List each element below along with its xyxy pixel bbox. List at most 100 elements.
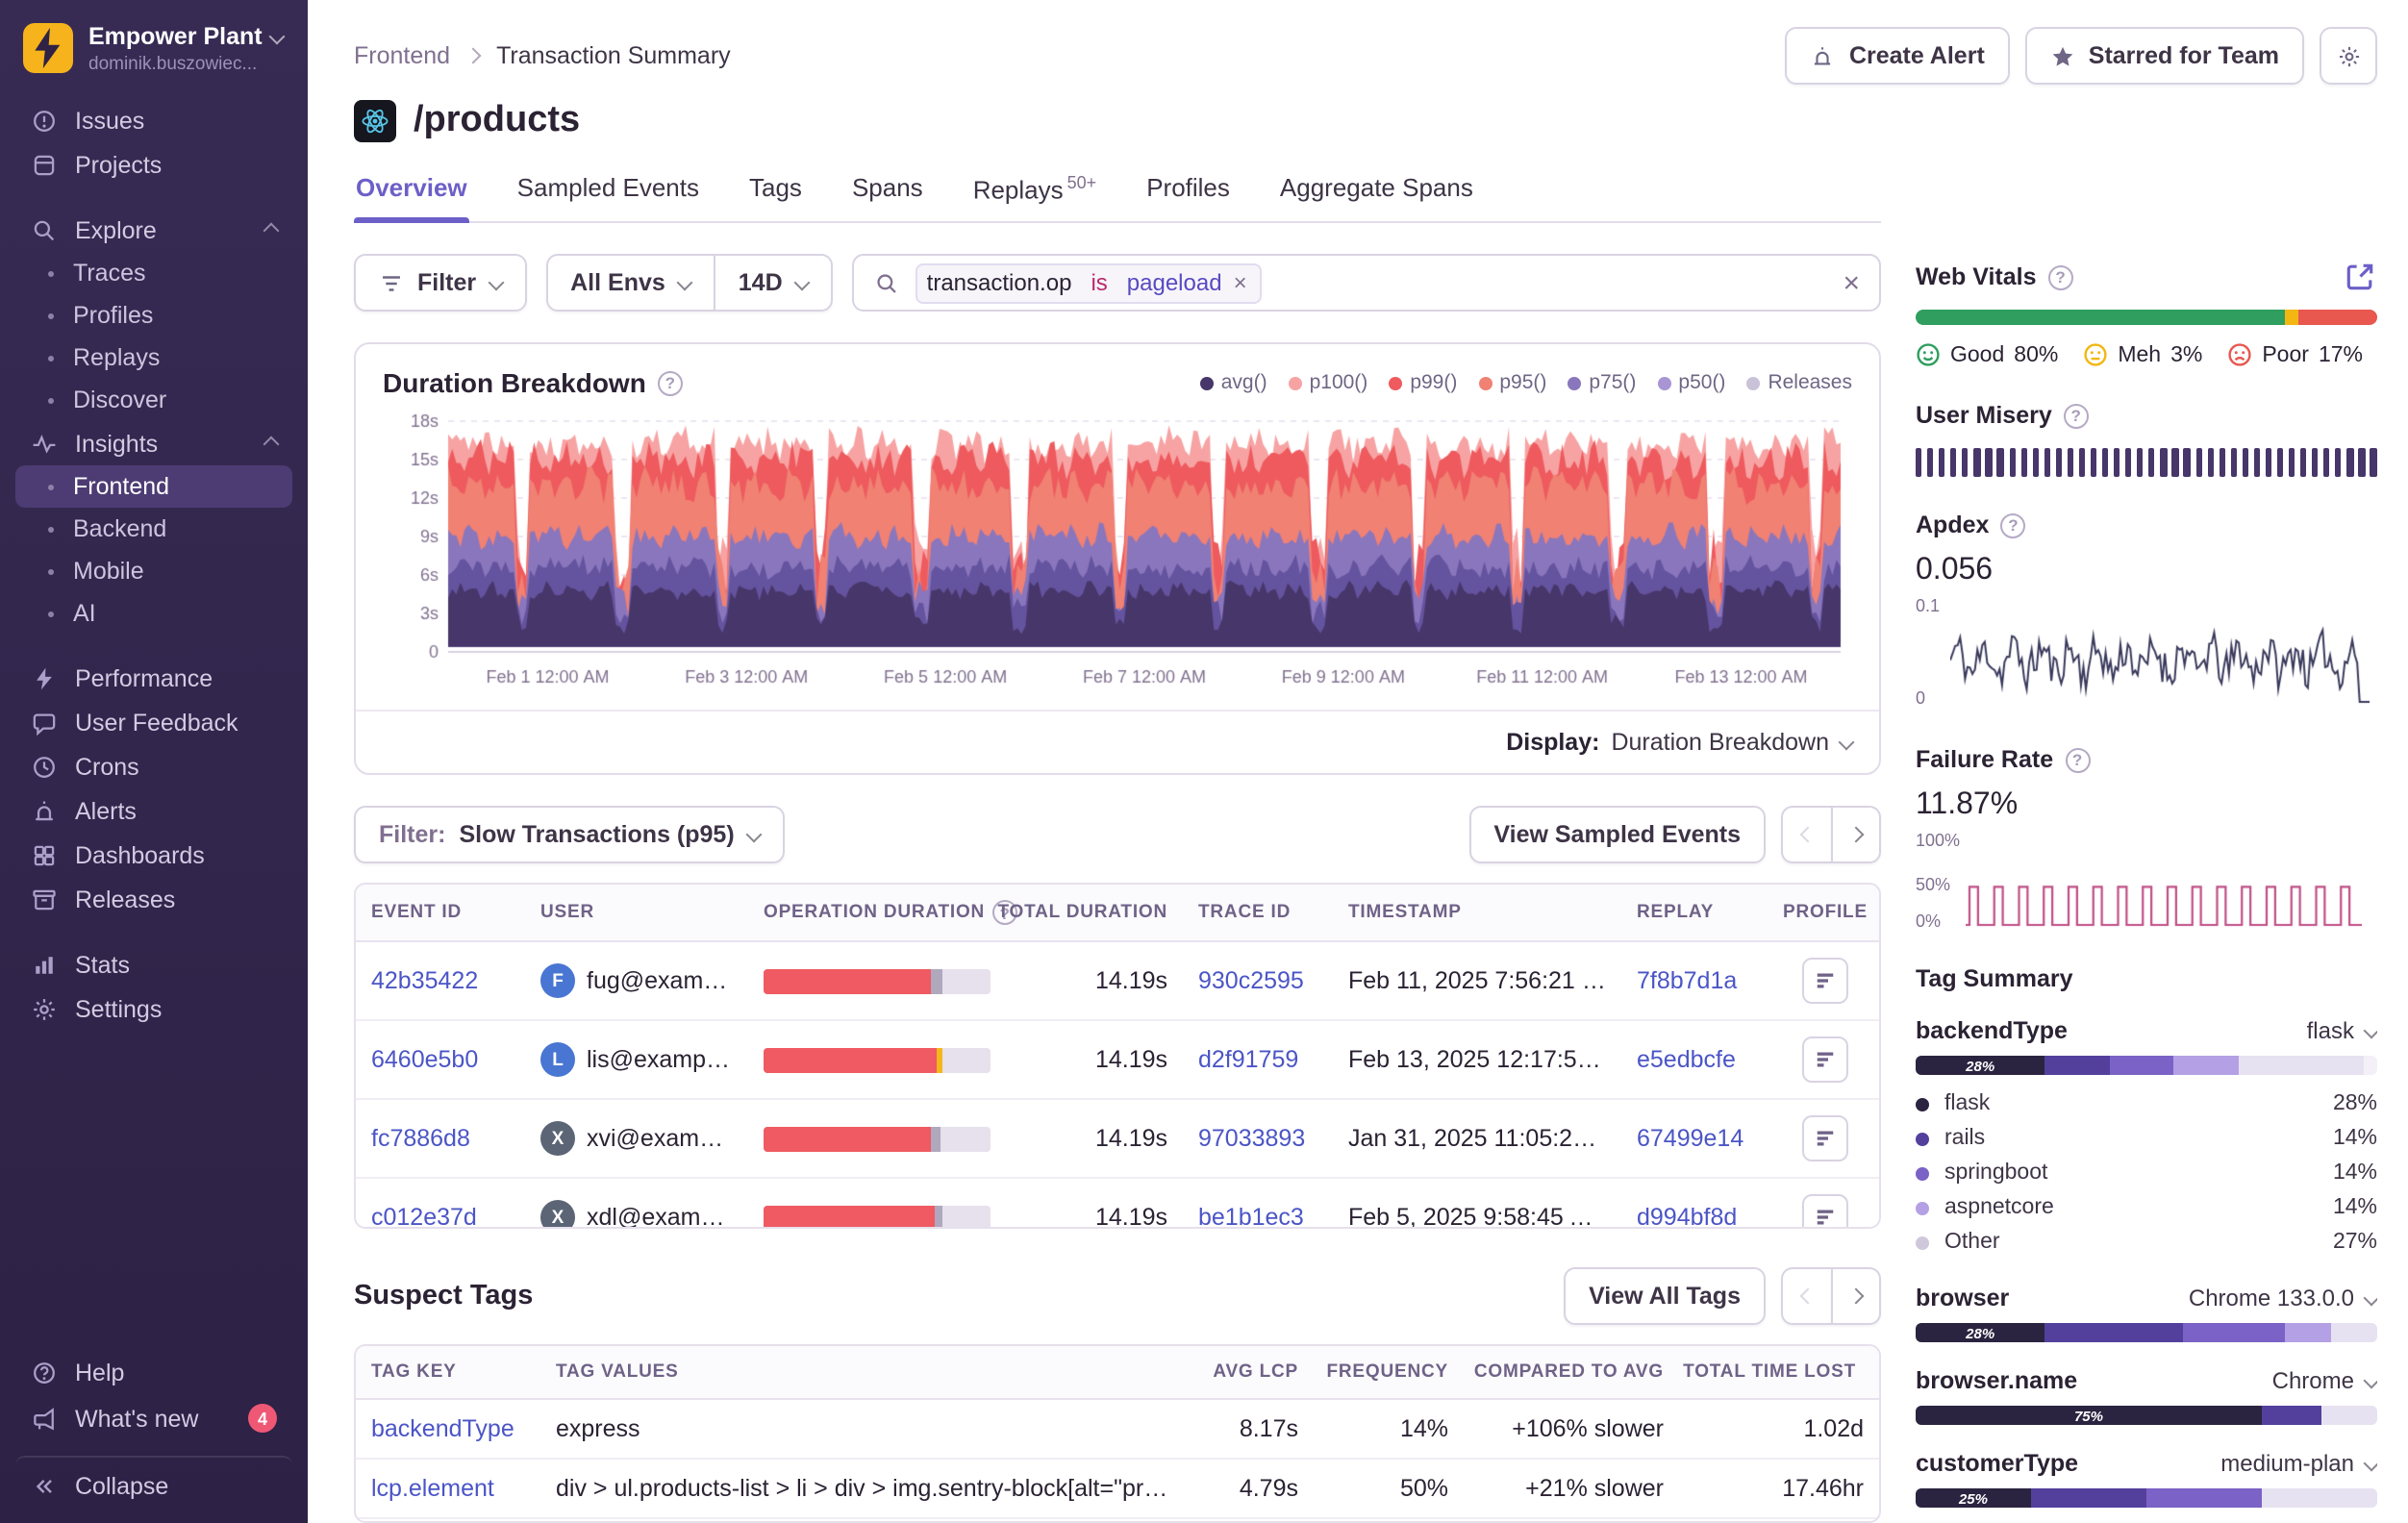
pagination-prev-button[interactable] xyxy=(1781,1267,1831,1325)
legend-item[interactable]: p100() xyxy=(1289,372,1368,395)
web-vitals-distribution-bar[interactable] xyxy=(1916,310,2377,325)
sidebar-item-label: Frontend xyxy=(73,473,169,500)
org-switcher[interactable]: Empower Plant dominik.buszowiec... xyxy=(15,19,292,98)
sidebar-item-user-feedback[interactable]: User Feedback xyxy=(15,700,292,744)
legend-item[interactable]: p99() xyxy=(1389,372,1457,395)
trace-id-link[interactable]: 97033893 xyxy=(1198,1126,1305,1153)
settings-gear-button[interactable] xyxy=(2320,27,2377,85)
transactions-filter-dropdown[interactable]: Filter: Slow Transactions (p95) xyxy=(354,807,785,864)
search-token[interactable]: transaction.op is pageload xyxy=(916,263,1263,304)
tag-distribution-bar[interactable]: 75% xyxy=(1916,1406,2377,1425)
event-row: fc7886d8 Xxvi@example.co… 14.19s 9703389… xyxy=(356,1101,1879,1180)
replay-id-link[interactable]: 7f8b7d1a xyxy=(1637,968,1737,995)
sidebar-item-crons[interactable]: Crons xyxy=(15,744,292,788)
duration-breakdown-chart[interactable] xyxy=(383,411,1848,699)
trace-id-link[interactable]: 930c2595 xyxy=(1198,968,1304,995)
sidebar-item-replays[interactable]: Replays xyxy=(15,337,292,379)
help-icon[interactable] xyxy=(2064,403,2089,428)
gear-icon xyxy=(2336,43,2361,68)
legend-item[interactable]: p95() xyxy=(1478,372,1546,395)
tab-overview[interactable]: Overview xyxy=(354,165,469,222)
pagination-next-button[interactable] xyxy=(1831,1267,1881,1325)
tab-replays[interactable]: Replays50+ xyxy=(971,165,1099,222)
legend-item[interactable]: avg() xyxy=(1200,372,1267,395)
event-id-link[interactable]: c012e37d xyxy=(371,1205,477,1229)
sidebar-section-insights[interactable]: Insights xyxy=(15,421,292,465)
sidebar-item-label: Help xyxy=(75,1360,124,1386)
tag-value-dropdown[interactable]: flask xyxy=(2307,1017,2377,1044)
environment-dropdown[interactable]: All Envs xyxy=(545,255,714,312)
replay-id-link[interactable]: d994bf8d xyxy=(1637,1205,1737,1229)
replay-id-link[interactable]: e5edbcfe xyxy=(1637,1047,1736,1074)
breadcrumb-project[interactable]: Frontend xyxy=(354,42,450,69)
legend-item[interactable]: p75() xyxy=(1568,372,1636,395)
sidebar-item-performance[interactable]: Performance xyxy=(15,656,292,700)
event-id-link[interactable]: 42b35422 xyxy=(371,968,478,995)
event-id-link[interactable]: fc7886d8 xyxy=(371,1126,470,1153)
profile-button[interactable] xyxy=(1802,959,1848,1005)
help-icon[interactable] xyxy=(658,371,683,396)
sidebar-item-stats[interactable]: Stats xyxy=(15,942,292,986)
tag-distribution-bar[interactable]: 28% xyxy=(1916,1056,2377,1075)
tag-distribution-bar[interactable]: 28% xyxy=(1916,1323,2377,1342)
create-alert-button[interactable]: Create Alert xyxy=(1786,27,2010,85)
legend-item[interactable]: Releases xyxy=(1746,372,1852,395)
tag-key-link[interactable]: lcp.element xyxy=(371,1475,494,1502)
view-all-tags-button[interactable]: View All Tags xyxy=(1564,1267,1766,1325)
pagination-next-button[interactable] xyxy=(1831,807,1881,864)
trace-id-link[interactable]: d2f91759 xyxy=(1198,1047,1298,1074)
trace-id-link[interactable]: be1b1ec3 xyxy=(1198,1205,1304,1229)
tab-aggregate-spans[interactable]: Aggregate Spans xyxy=(1278,165,1475,222)
sidebar-item-alerts[interactable]: Alerts xyxy=(15,788,292,833)
starred-for-team-button[interactable]: Starred for Team xyxy=(2025,27,2304,85)
sidebar-item-help[interactable]: Help xyxy=(15,1351,292,1395)
view-sampled-events-button[interactable]: View Sampled Events xyxy=(1468,807,1766,864)
event-id-link[interactable]: 6460e5b0 xyxy=(371,1047,478,1074)
help-icon[interactable] xyxy=(2065,747,2090,772)
profile-button[interactable] xyxy=(1802,1037,1848,1084)
profile-button[interactable] xyxy=(1802,1195,1848,1229)
col-total-time-lost[interactable]: Total Time Lost xyxy=(1679,1346,1879,1398)
token-remove-icon[interactable] xyxy=(1232,265,1261,302)
avg-lcp-cell: 8.17s xyxy=(1191,1400,1314,1458)
sidebar-item-backend[interactable]: Backend xyxy=(15,508,292,550)
sidebar-item-projects[interactable]: Projects xyxy=(15,142,292,187)
replay-id-link[interactable]: 67499e14 xyxy=(1637,1126,1743,1153)
sidebar-item-dashboards[interactable]: Dashboards xyxy=(15,833,292,877)
search-clear-icon[interactable] xyxy=(1843,267,1860,300)
profile-button[interactable] xyxy=(1802,1116,1848,1162)
sidebar-item-whats-new[interactable]: What's new 4 xyxy=(15,1395,292,1441)
sidebar-item-mobile[interactable]: Mobile xyxy=(15,550,292,592)
pagination-prev-button[interactable] xyxy=(1781,807,1831,864)
tag-value-dropdown[interactable]: Chrome 133.0.0 xyxy=(2189,1285,2377,1311)
tag-value-dropdown[interactable]: medium-plan xyxy=(2220,1450,2377,1477)
sidebar-item-discover[interactable]: Discover xyxy=(15,379,292,421)
sidebar-item-frontend[interactable]: Frontend xyxy=(15,465,292,508)
tag-distribution-bar[interactable]: 25% xyxy=(1916,1488,2377,1508)
sidebar-item-settings[interactable]: Settings xyxy=(15,986,292,1031)
sidebar-item-ai[interactable]: AI xyxy=(15,592,292,635)
sidebar-item-profiles[interactable]: Profiles xyxy=(15,294,292,337)
filter-dropdown[interactable]: Filter xyxy=(354,255,526,312)
tag-key-link[interactable]: backendType xyxy=(371,1415,514,1442)
sidebar-item-releases[interactable]: Releases xyxy=(15,877,292,921)
sidebar-section-explore[interactable]: Explore xyxy=(15,208,292,252)
failure-ymax-label: 100% xyxy=(1916,831,1960,850)
chevron-left-icon xyxy=(1799,1287,1816,1304)
profiling-icon xyxy=(1814,1207,1837,1229)
date-range-dropdown[interactable]: 14D xyxy=(714,255,833,312)
open-in-new-icon[interactable] xyxy=(2343,260,2377,294)
help-icon[interactable] xyxy=(2000,512,2025,537)
tab-tags[interactable]: Tags xyxy=(747,165,804,222)
sidebar-collapse-button[interactable]: Collapse xyxy=(15,1455,292,1508)
legend-item[interactable]: p50() xyxy=(1657,372,1725,395)
sidebar-item-issues[interactable]: Issues xyxy=(15,98,292,142)
tab-sampled-events[interactable]: Sampled Events xyxy=(515,165,701,222)
tab-profiles[interactable]: Profiles xyxy=(1144,165,1232,222)
tag-value-dropdown[interactable]: Chrome xyxy=(2272,1367,2377,1394)
sidebar-item-traces[interactable]: Traces xyxy=(15,252,292,294)
search-input[interactable]: transaction.op is pageload xyxy=(852,255,1881,312)
display-dropdown[interactable]: Duration Breakdown xyxy=(1611,730,1852,757)
tab-spans[interactable]: Spans xyxy=(850,165,925,222)
help-icon[interactable] xyxy=(2048,264,2073,289)
